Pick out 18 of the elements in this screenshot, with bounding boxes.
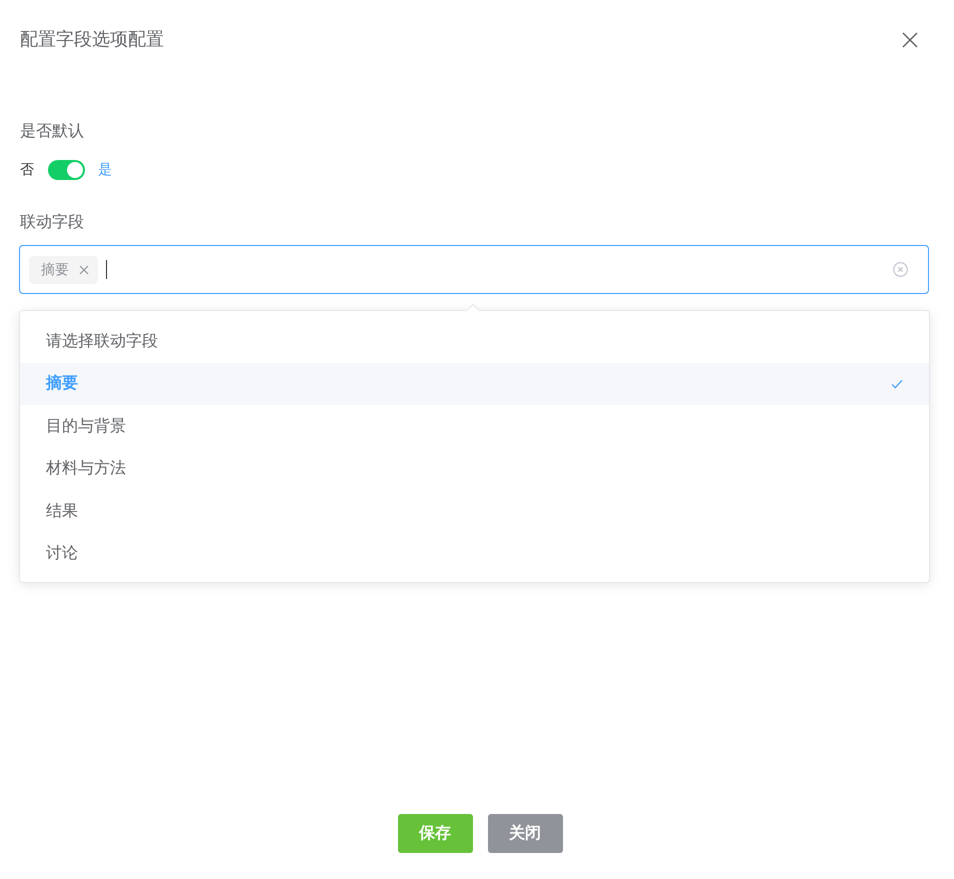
switch-off-label: 否 xyxy=(20,161,34,180)
close-icon[interactable] xyxy=(902,32,918,48)
field-label: 联动字段 xyxy=(20,211,84,233)
dropdown-option[interactable]: 目的与背景 xyxy=(20,405,929,448)
tag-close-icon[interactable] xyxy=(79,264,89,274)
clear-icon[interactable] xyxy=(893,262,908,277)
dropdown-option[interactable]: 请选择联动字段 xyxy=(20,320,929,362)
close-button[interactable]: 关闭 xyxy=(488,814,562,853)
dropdown-option[interactable]: 结果 xyxy=(20,490,929,532)
dropdown-option[interactable]: 材料与方法 xyxy=(20,448,929,490)
toggle-switch[interactable] xyxy=(48,160,85,180)
dialog-title: 配置字段选项配置 xyxy=(20,28,164,52)
check-icon xyxy=(891,378,903,389)
field-label: 是否默认 xyxy=(20,120,84,142)
dropdown-option[interactable]: 讨论 xyxy=(20,532,929,575)
tag-label: 摘要 xyxy=(41,260,69,280)
switch-on-label: 是 xyxy=(98,161,112,180)
text-cursor-icon xyxy=(106,260,107,279)
